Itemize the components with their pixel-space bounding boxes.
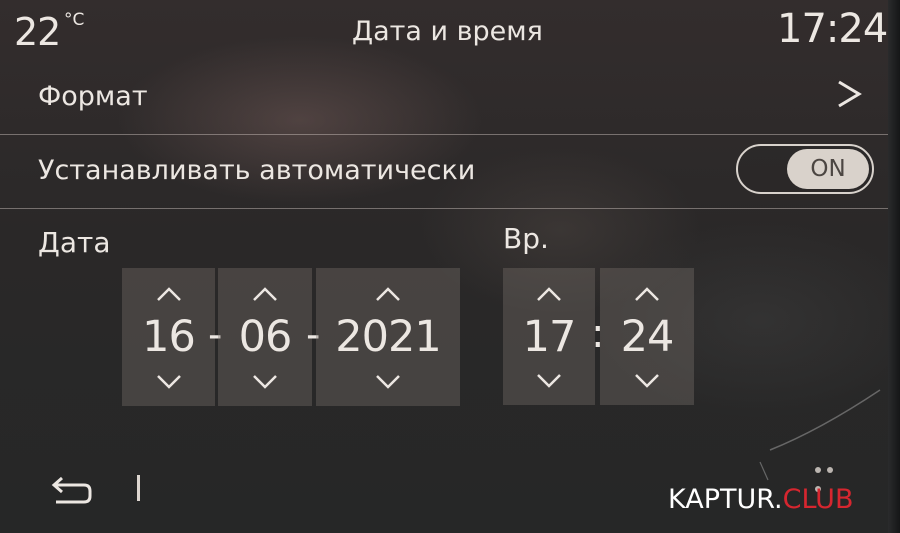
format-label: Формат [38, 81, 148, 112]
chevron-right-icon[interactable] [834, 80, 862, 108]
bar-separator [137, 475, 140, 501]
display-screen: 22 °C Дата и время 17:24 Формат Устанавл… [0, 0, 888, 533]
chevron-up-icon[interactable] [155, 286, 183, 302]
chevron-down-icon[interactable] [535, 373, 563, 389]
divider [0, 208, 888, 209]
chevron-down-icon[interactable] [155, 374, 183, 390]
toggle-state: ON [787, 149, 869, 189]
page-title: Дата и время [352, 16, 543, 47]
back-icon[interactable] [48, 472, 96, 508]
minutes-spinner: 24 [600, 268, 694, 405]
chevron-up-icon[interactable] [374, 286, 402, 302]
auto-set-label: Устанавливать автоматически [38, 155, 476, 186]
chevron-up-icon[interactable] [251, 286, 279, 302]
watermark-part1: KAPTUR. [668, 484, 783, 515]
chevron-up-icon[interactable] [633, 286, 661, 302]
day-spinner: 16 [122, 268, 215, 406]
month-value: 06 [238, 312, 293, 362]
chevron-down-icon[interactable] [374, 374, 402, 390]
screen-bezel [888, 0, 900, 533]
more-dots-icon[interactable] [812, 458, 846, 492]
time-label: Вр. [503, 222, 549, 255]
hours-spinner: 17 [503, 268, 595, 405]
clock: 17:24 [777, 6, 888, 52]
day-value: 16 [142, 312, 196, 362]
divider [0, 134, 888, 135]
chevron-down-icon[interactable] [251, 374, 279, 390]
outside-temperature: 22 [14, 10, 61, 54]
year-value: 2021 [335, 312, 441, 362]
format-row[interactable]: Формат [38, 78, 876, 134]
minutes-value: 24 [620, 312, 675, 362]
auto-set-toggle[interactable]: ON [736, 144, 874, 194]
temperature-unit: °C [64, 10, 85, 30]
watermark-logo: KAPTUR.CLUB [668, 484, 853, 515]
chevron-down-icon[interactable] [633, 373, 661, 389]
status-bar: 22 °C Дата и время 17:24 [0, 0, 888, 60]
hours-value: 17 [522, 312, 577, 362]
year-spinner: 2021 [316, 268, 460, 406]
month-spinner: 06 [218, 268, 312, 406]
watermark-part2: CLUB [782, 484, 854, 515]
chevron-up-icon[interactable] [535, 286, 563, 302]
date-label: Дата [38, 226, 111, 259]
